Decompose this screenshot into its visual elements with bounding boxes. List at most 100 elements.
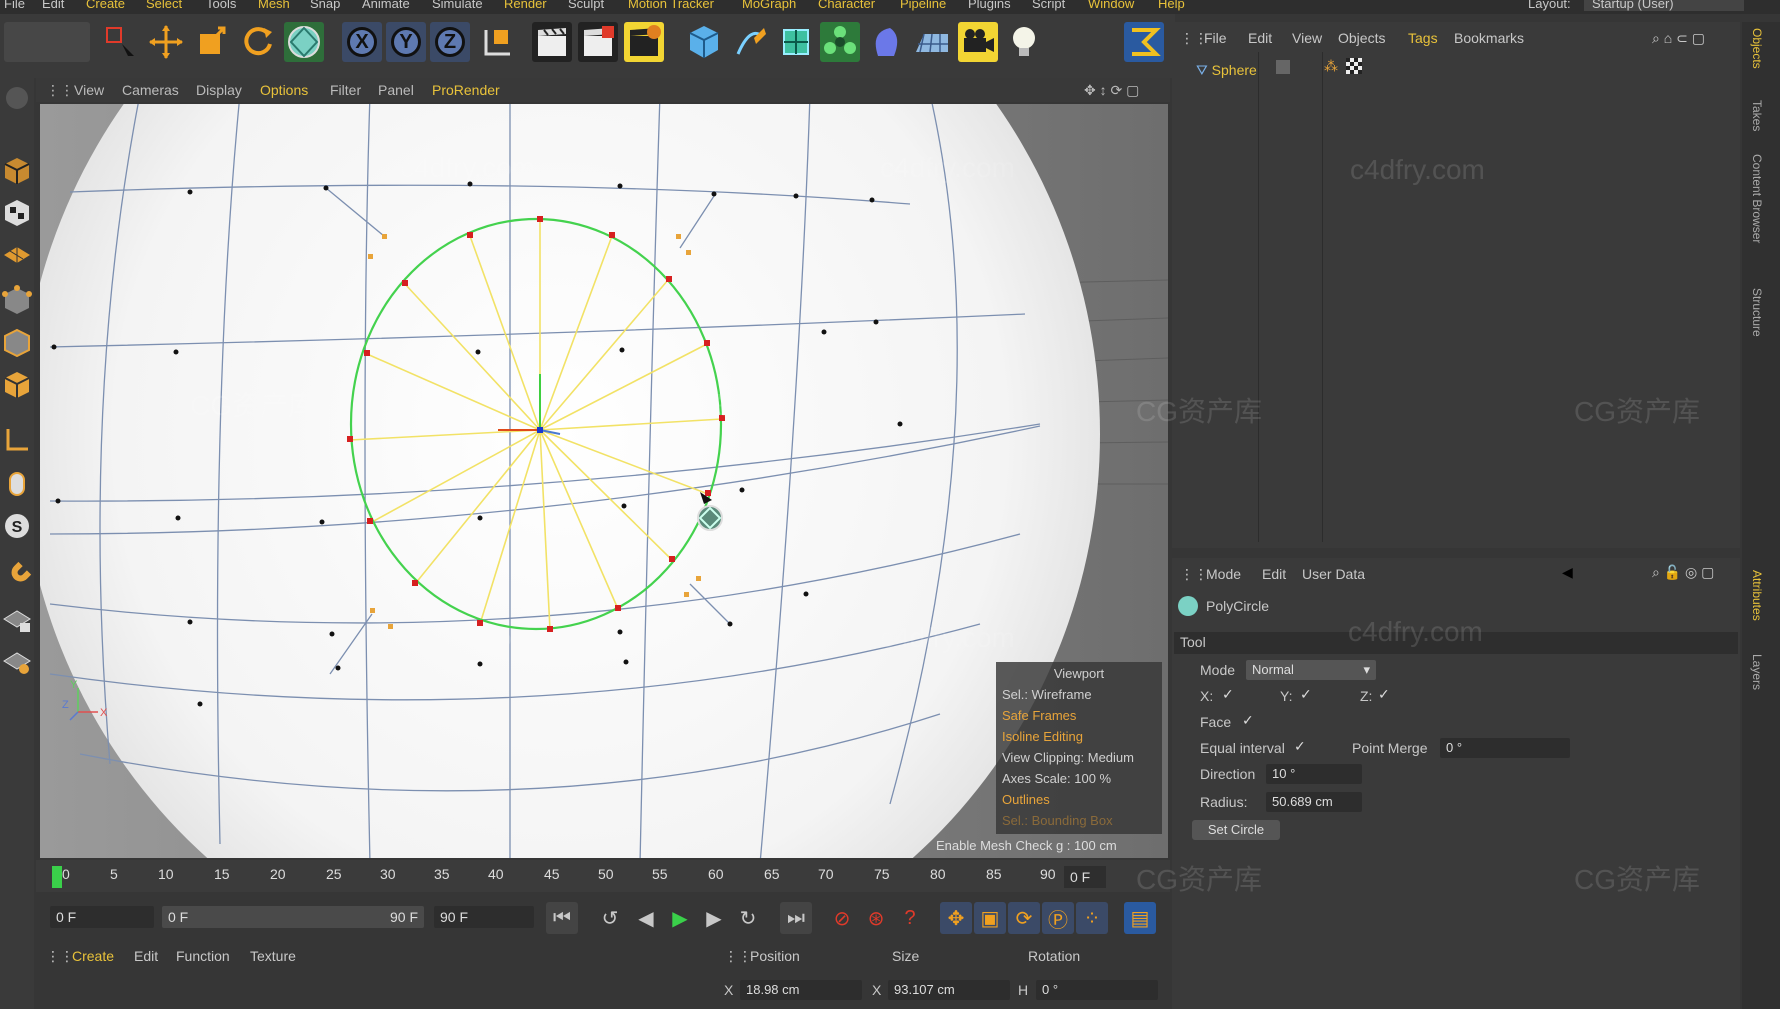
mode-dropdown[interactable]: Normal ▾ — [1246, 660, 1376, 680]
vp-menu-prorender[interactable]: ProRender — [432, 82, 500, 98]
mat-menu-create[interactable]: Create — [72, 948, 114, 964]
render-settings-icon[interactable] — [624, 22, 664, 62]
next-key-icon[interactable]: ↻ — [732, 902, 764, 934]
tab-layers[interactable]: Layers — [1750, 654, 1764, 690]
perspective-viewport[interactable]: Y X Z Viewport Sel.: Wireframe Safe Fram… — [40, 104, 1168, 858]
tweak-mode-icon[interactable] — [2, 468, 32, 500]
om-menu-edit[interactable]: Edit — [1248, 30, 1272, 46]
model-mode-icon[interactable] — [2, 154, 32, 186]
key-position-icon[interactable]: ✥ — [940, 902, 972, 934]
am-menu-edit[interactable]: Edit — [1262, 566, 1286, 582]
om-search-icon[interactable]: ⌕ ⌂ ⊂ ▢ — [1652, 30, 1705, 47]
menu-mograph[interactable]: MoGraph — [742, 0, 796, 11]
vp-menu-filter[interactable]: Filter — [330, 82, 361, 98]
key-scale-icon[interactable]: ▣ — [974, 902, 1006, 934]
floor-scene-icon[interactable] — [912, 22, 952, 62]
tab-attributes[interactable]: Attributes — [1750, 570, 1764, 621]
key-pla-icon[interactable]: ⁘ — [1076, 902, 1108, 934]
key-parameter-icon[interactable]: Ⓟ — [1042, 902, 1074, 934]
om-menu-objects[interactable]: Objects — [1338, 30, 1385, 46]
texture-tag-icon[interactable] — [1346, 58, 1362, 74]
axis-mode-icon[interactable] — [2, 424, 32, 456]
am-search-lock-icons[interactable]: ⌕ 🔓 ◎ ▢ — [1652, 564, 1714, 581]
tab-objects[interactable]: Objects — [1750, 28, 1764, 69]
timeline-window-icon[interactable]: ▤ — [1124, 902, 1156, 934]
rotate-tool-icon[interactable] — [238, 22, 278, 62]
set-circle-button[interactable]: Set Circle — [1192, 820, 1280, 840]
play-icon[interactable]: ▶ — [664, 902, 696, 934]
mat-menu-texture[interactable]: Texture — [250, 948, 296, 964]
object-sphere[interactable]: ⛛ Sphere — [1196, 62, 1257, 79]
workplane-lock-icon[interactable] — [2, 604, 32, 636]
x-checkbox[interactable]: ✓ — [1222, 686, 1234, 703]
am-menu-mode[interactable]: Mode — [1206, 566, 1241, 582]
solo-mode-icon[interactable]: S — [2, 510, 32, 542]
coord-position-x-field[interactable]: 18.98 cm — [740, 980, 862, 1000]
hud-sel-bounding-box[interactable]: Sel.: Bounding Box — [1002, 810, 1156, 831]
edges-mode-icon[interactable] — [2, 326, 32, 358]
make-editable-icon[interactable] — [2, 82, 32, 114]
vp-menu-cameras[interactable]: Cameras — [122, 82, 179, 98]
coord-size-x-field[interactable]: 93.107 cm — [888, 980, 1010, 1000]
face-checkbox[interactable]: ✓ — [1242, 712, 1254, 729]
camera-icon[interactable] — [958, 22, 998, 62]
vp-menu-options[interactable]: Options — [260, 82, 308, 98]
go-to-end-icon[interactable]: ⏭ — [780, 902, 812, 934]
key-rotation-icon[interactable]: ⟳ — [1008, 902, 1040, 934]
menu-edit[interactable]: Edit — [42, 0, 64, 11]
menu-pipeline[interactable]: Pipeline — [900, 0, 946, 11]
timeline-ruler[interactable]: 0 5 10 15 20 25 30 35 40 45 50 55 60 65 … — [36, 860, 1170, 892]
point-merge-field[interactable]: 0 ° — [1440, 738, 1570, 758]
am-back-arrow-icon[interactable]: ◀ — [1562, 564, 1573, 581]
layout-dropdown[interactable]: Startup (User) — [1584, 0, 1744, 11]
polygons-mode-icon[interactable] — [2, 368, 32, 400]
menu-character[interactable]: Character — [818, 0, 875, 11]
vp-navigate-icons[interactable]: ✥ ↕ ⟳ ▢ — [1084, 82, 1139, 99]
current-frame-field[interactable]: 0 F — [1064, 866, 1106, 888]
menu-simulate[interactable]: Simulate — [432, 0, 483, 11]
menu-help[interactable]: Help — [1158, 0, 1185, 11]
x-axis-lock-icon[interactable]: X — [342, 22, 382, 62]
render-picture-viewer-icon[interactable] — [578, 22, 618, 62]
menu-select[interactable]: Select — [146, 0, 182, 11]
texture-mode-icon[interactable] — [2, 196, 32, 228]
start-frame-field[interactable]: 0 F — [50, 906, 154, 928]
radius-field[interactable]: 50.689 cm — [1266, 792, 1362, 812]
record-keys-icon[interactable]: ⊘ — [826, 902, 858, 934]
menu-snap[interactable]: Snap — [310, 0, 340, 11]
y-checkbox[interactable]: ✓ — [1300, 686, 1312, 703]
menu-render[interactable]: Render — [504, 0, 547, 11]
am-menu-user-data[interactable]: User Data — [1302, 566, 1365, 582]
tab-takes[interactable]: Takes — [1750, 100, 1764, 131]
render-view-icon[interactable] — [532, 22, 572, 62]
mat-menu-function[interactable]: Function — [176, 948, 230, 964]
go-to-start-icon[interactable]: ⏮ — [546, 902, 578, 934]
om-menu-file[interactable]: File — [1204, 30, 1227, 46]
keyframe-selection-icon[interactable]: ? — [894, 902, 926, 934]
light-bulb-icon[interactable] — [1004, 22, 1044, 62]
snapping-magnet-icon[interactable] — [2, 560, 32, 592]
hud-isoline-editing[interactable]: Isoline Editing — [1002, 726, 1156, 747]
om-menu-bookmarks[interactable]: Bookmarks — [1454, 30, 1524, 46]
menu-file[interactable]: File — [4, 0, 25, 11]
menu-create[interactable]: Create — [86, 0, 125, 11]
move-tool-icon[interactable] — [146, 22, 186, 62]
hud-axes-scale[interactable]: Axes Scale: 100 % — [1002, 768, 1156, 789]
undo-redo-icon[interactable] — [4, 22, 90, 62]
end-frame-field[interactable]: 90 F — [434, 906, 534, 928]
python-script-icon[interactable] — [1124, 22, 1164, 62]
tab-structure[interactable]: Structure — [1750, 288, 1764, 337]
cloner-icon[interactable] — [820, 22, 860, 62]
menu-tools[interactable]: Tools — [206, 0, 236, 11]
hud-title[interactable]: Viewport — [1002, 666, 1156, 681]
polycircle-tool-icon[interactable] — [284, 22, 324, 62]
deformer-bend-icon[interactable] — [866, 22, 906, 62]
direction-field[interactable]: 10 ° — [1266, 764, 1362, 784]
points-mode-icon[interactable] — [2, 284, 32, 316]
live-selection-icon[interactable] — [100, 22, 140, 62]
menu-mesh[interactable]: Mesh — [258, 0, 290, 11]
equal-interval-checkbox[interactable]: ✓ — [1294, 738, 1306, 755]
coordinate-system-icon[interactable] — [476, 22, 516, 62]
menu-window[interactable]: Window — [1088, 0, 1134, 11]
playhead-marker[interactable] — [52, 866, 62, 888]
